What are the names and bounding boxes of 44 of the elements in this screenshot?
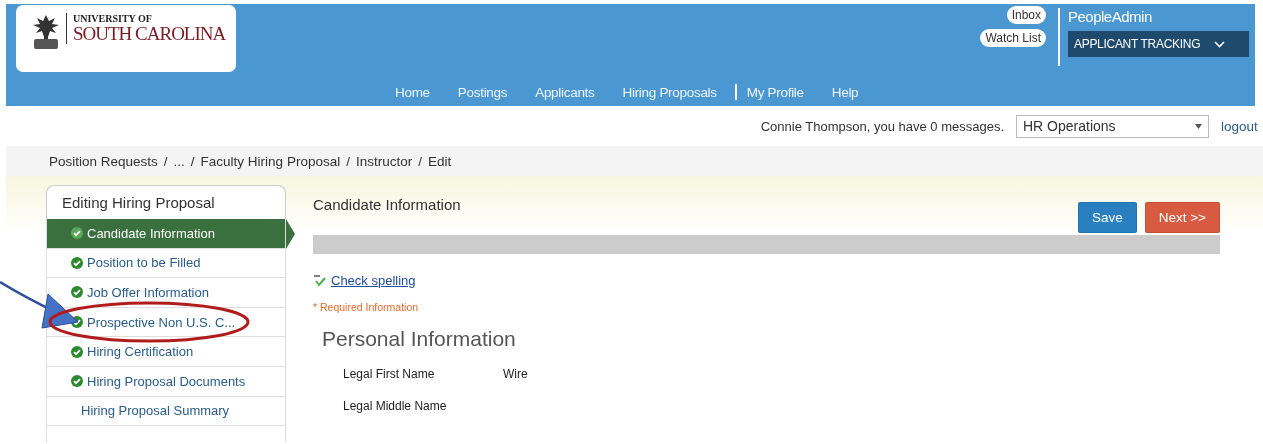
- sidebar-item[interactable]: Hiring Proposal Documents: [46, 366, 286, 397]
- product-name: PeopleAdmin: [1068, 8, 1153, 25]
- breadcrumb-separator: /: [190, 153, 195, 169]
- sidebar-item[interactable]: Job Offer Information: [46, 278, 286, 308]
- field-label: Legal First Name: [343, 367, 436, 381]
- sidebar-item[interactable]: Hiring Certification: [46, 337, 286, 367]
- logo-text: UNIVERSITY OF: [73, 13, 153, 24]
- header-link[interactable]: Watch List: [980, 29, 1046, 47]
- check-icon: [71, 227, 83, 240]
- logout-link[interactable]: logout: [1221, 118, 1263, 134]
- check-spelling-link[interactable]: Check spelling: [331, 273, 416, 288]
- logo-text: SOUTH CAROLINA: [73, 24, 226, 44]
- breadcrumb-item[interactable]: Instructor: [355, 153, 413, 169]
- breadcrumb-item[interactable]: Position Requests: [49, 153, 158, 169]
- check-icon: [71, 256, 83, 269]
- palmetto-tree-icon: [32, 13, 60, 51]
- user-message: Connie Thompson, you have 0 messages.: [760, 118, 1004, 134]
- breadcrumb-item[interactable]: ...: [173, 153, 185, 169]
- chevron-down-icon: [1214, 40, 1226, 48]
- breadcrumb-separator: /: [346, 153, 350, 169]
- form-button[interactable]: Next >>: [1144, 202, 1220, 233]
- pointer-tip-icon: [286, 219, 295, 249]
- dropdown-arrow-icon: [1195, 123, 1202, 129]
- field-value: Wire: [503, 367, 528, 381]
- required-note: * Required Information: [313, 301, 420, 313]
- university-logo[interactable]: UNIVERSITY OF SOUTH CAROLINA: [16, 5, 236, 72]
- section-heading: Candidate Information: [313, 195, 461, 215]
- sidebar-item[interactable]: Hiring Proposal Summary: [46, 396, 286, 427]
- sidebar-title: Editing Hiring Proposal: [46, 185, 286, 219]
- check-icon: [71, 375, 83, 388]
- header-link[interactable]: Inbox: [1006, 6, 1046, 24]
- section-title: Personal Information: [322, 327, 517, 351]
- breadcrumb-separator: /: [163, 153, 168, 169]
- breadcrumb-item[interactable]: Edit: [428, 153, 452, 169]
- spellcheck-icon: [313, 274, 327, 287]
- check-icon: [71, 345, 83, 358]
- sidebar-item[interactable]: Position to be Filled: [46, 248, 286, 279]
- role-select[interactable]: HR Operations: [1016, 114, 1209, 138]
- check-icon: [71, 286, 83, 299]
- breadcrumb-item[interactable]: Faculty Hiring Proposal: [200, 153, 341, 169]
- field-label: Legal Middle Name: [343, 399, 448, 413]
- form-button[interactable]: Save: [1077, 202, 1137, 233]
- breadcrumb-separator: /: [418, 153, 422, 169]
- module-dropdown[interactable]: APPLICANT TRACKING: [1068, 31, 1249, 57]
